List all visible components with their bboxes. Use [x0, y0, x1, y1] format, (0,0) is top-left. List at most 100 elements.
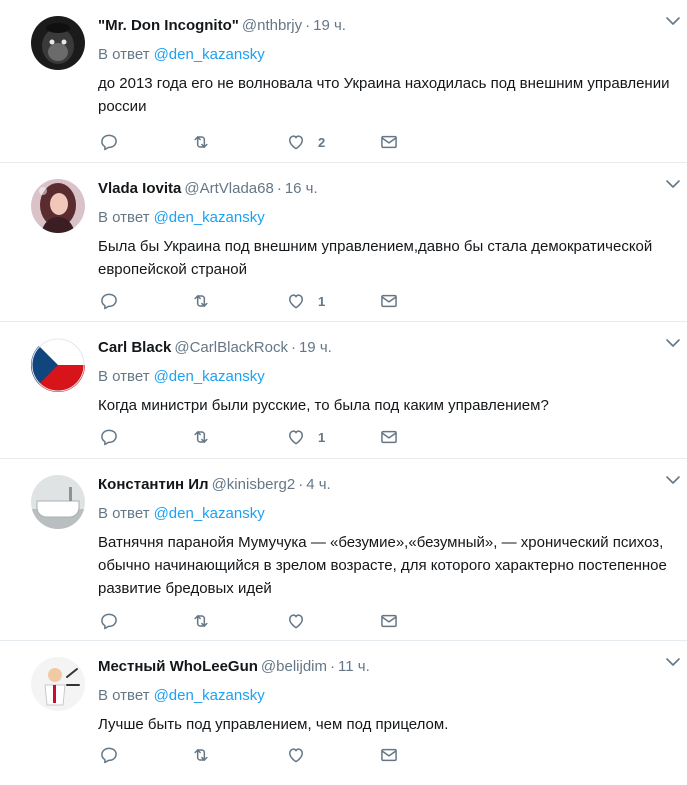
user-name[interactable]: Carl Black [98, 339, 171, 356]
retweet-button[interactable] [191, 425, 211, 449]
retweet-icon [194, 749, 208, 761]
retweet-button[interactable] [191, 743, 211, 767]
timestamp[interactable]: 16 ч. [285, 180, 318, 197]
heart-icon [289, 430, 303, 445]
like-button[interactable]: 2 [286, 130, 325, 154]
retweet-icon [194, 615, 208, 627]
timestamp[interactable]: 4 ч. [306, 476, 331, 493]
retweet-button[interactable] [191, 130, 211, 154]
chevron-down-icon[interactable] [664, 175, 682, 193]
direct-message-button[interactable] [379, 289, 399, 313]
tweet[interactable]: Местный WhoLeeGun @belijdim · 11 ч. В ответ… [0, 641, 687, 785]
separator-dot: · [330, 658, 336, 675]
avatar[interactable] [31, 338, 85, 392]
chevron-down-icon[interactable] [664, 334, 682, 352]
reply-icon [101, 613, 117, 630]
user-handle[interactable]: @nthbrjy [242, 17, 302, 34]
avatar[interactable] [31, 179, 85, 233]
chevron-down-icon[interactable] [664, 653, 682, 671]
tweet-feed: "Mr. Don Incognito" @nthbrjy · 19 ч. В отве… [0, 0, 687, 785]
reply-icon [101, 747, 117, 764]
separator-dot: · [290, 339, 296, 356]
user-name[interactable]: Местный WhoLeeGun [98, 658, 258, 675]
reply-button[interactable] [99, 289, 119, 313]
direct-message-button[interactable] [379, 609, 399, 633]
tweet[interactable]: Константин Ил @kinisberg2 · 4 ч. В ответ @de… [0, 459, 687, 641]
retweet-icon [194, 136, 208, 148]
envelope-icon [381, 430, 397, 444]
monkey-avatar-icon [31, 16, 85, 70]
timestamp[interactable]: 11 ч. [338, 658, 370, 675]
tweet[interactable]: Carl Black @CarlBlackRock · 19 ч. В ответ @d… [0, 322, 687, 459]
heart-icon [289, 748, 303, 763]
woman-avatar-icon [31, 179, 85, 233]
tweet-text: Лучше быть под управлением, чем под приц… [98, 716, 449, 733]
envelope-icon [381, 294, 397, 308]
user-name[interactable]: "Mr. Don Incognito" [98, 17, 239, 34]
reply-icon [101, 134, 117, 151]
reply-icon [101, 293, 117, 310]
chevron-down-icon[interactable] [664, 12, 682, 30]
reply-mention-link[interactable]: @den_kazansky [154, 209, 265, 226]
reply-button[interactable] [99, 609, 119, 633]
avatar[interactable] [31, 475, 85, 529]
reply-prefix: В ответ [98, 368, 150, 385]
tweet-actions: 1 [98, 289, 418, 313]
heart-icon [289, 614, 303, 629]
envelope-icon [381, 748, 397, 762]
tweet-text: до 2013 года его не волновала что Украин… [98, 75, 670, 115]
reply-button[interactable] [99, 425, 119, 449]
envelope-icon [381, 135, 397, 149]
tweet-text: Ватнячня паранойя Мумучука — «безумие»,«… [98, 534, 667, 597]
direct-message-button[interactable] [379, 130, 399, 154]
reply-mention-link[interactable]: @den_kazansky [154, 46, 265, 63]
tweet[interactable]: "Mr. Don Incognito" @nthbrjy · 19 ч. В отве… [0, 0, 687, 163]
reply-prefix: В ответ [98, 687, 150, 704]
retweet-button[interactable] [191, 609, 211, 633]
reply-mention-link[interactable]: @den_kazansky [154, 505, 265, 522]
cartoon-man-icon [31, 657, 85, 711]
user-name[interactable]: Константин Ил [98, 476, 209, 493]
like-count: 1 [318, 293, 326, 309]
direct-message-button[interactable] [379, 425, 399, 449]
reply-prefix: В ответ [98, 46, 150, 63]
tweet-actions [98, 743, 418, 767]
separator-dot: · [305, 17, 311, 34]
reply-button[interactable] [99, 743, 119, 767]
retweet-button[interactable] [191, 289, 211, 313]
heart-icon [289, 294, 303, 309]
like-button[interactable]: 1 [286, 425, 325, 449]
like-count: 1 [318, 429, 326, 445]
reply-mention-link[interactable]: @den_kazansky [154, 368, 265, 385]
like-button[interactable]: 1 [286, 289, 325, 313]
tweet-text: Была бы Украина под внешним управлением,… [98, 238, 653, 278]
retweet-icon [194, 295, 208, 307]
user-handle[interactable]: @belijdim [261, 658, 327, 675]
avatar[interactable] [31, 16, 85, 70]
user-name[interactable]: Vlada Iovita [98, 180, 181, 197]
retweet-icon [194, 431, 208, 443]
reply-button[interactable] [99, 130, 119, 154]
direct-message-button[interactable] [379, 743, 399, 767]
tweet-text: Когда министри были русские, то была под… [98, 397, 549, 414]
tweet-actions [98, 609, 418, 633]
separator-dot: · [298, 476, 304, 493]
timestamp[interactable]: 19 ч. [313, 17, 346, 34]
tweet[interactable]: Vlada Iovita @ArtVlada68 · 16 ч. В ответ @de… [0, 163, 687, 322]
user-handle[interactable]: @ArtVlada68 [184, 180, 273, 197]
envelope-icon [381, 614, 397, 628]
reply-prefix: В ответ [98, 209, 150, 226]
like-button[interactable] [286, 743, 318, 767]
avatar[interactable] [31, 657, 85, 711]
like-button[interactable] [286, 609, 318, 633]
reply-mention-link[interactable]: @den_kazansky [154, 687, 265, 704]
tweet-actions: 2 [98, 130, 418, 154]
user-handle[interactable]: @CarlBlackRock [174, 339, 288, 356]
timestamp[interactable]: 19 ч. [299, 339, 332, 356]
user-handle[interactable]: @kinisberg2 [212, 476, 296, 493]
like-count: 2 [318, 134, 326, 150]
chevron-down-icon[interactable] [664, 471, 682, 489]
tweet-actions: 1 [98, 425, 418, 449]
heart-icon [289, 135, 303, 150]
separator-dot: · [276, 180, 282, 197]
